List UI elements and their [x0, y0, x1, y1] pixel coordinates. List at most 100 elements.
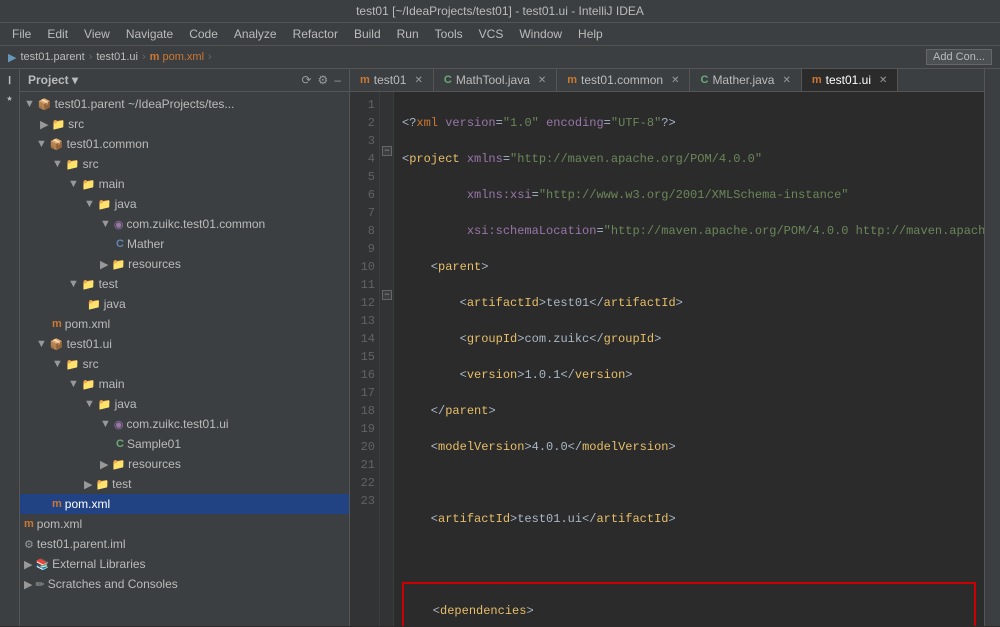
tree-item-test2[interactable]: ▶ 📁 test — [20, 474, 349, 494]
breadcrumb-icon: ▶ — [8, 51, 16, 64]
tree-item-pom1[interactable]: m pom.xml — [20, 314, 349, 334]
project-header-icons[interactable]: ⟳ ⚙ – — [301, 73, 341, 87]
tab-close-mather[interactable]: ✕ — [782, 75, 790, 86]
tree-item-test01-common[interactable]: ▼ 📦 test01.common — [20, 134, 349, 154]
src-folder-icon: 📁 — [98, 198, 112, 211]
arrow-right-icon2: ▶ — [100, 258, 108, 271]
fold-indicator-14[interactable]: − — [382, 290, 392, 300]
menu-item-analyze[interactable]: Analyze — [226, 25, 285, 43]
arrow-down-icon9: ▼ — [52, 358, 63, 370]
breadcrumb-item-parent[interactable]: test01.parent — [20, 51, 84, 63]
tree-item-sample01[interactable]: C Sample01 — [20, 434, 349, 454]
fold-indicator-5[interactable]: − — [382, 146, 392, 156]
tree-item-src2[interactable]: ▼ 📁 src — [20, 154, 349, 174]
code-line-1: <?xml version="1.0" encoding="UTF-8"?> — [402, 114, 976, 132]
tree-item-ext-libs[interactable]: ▶ 📚 External Libraries — [20, 554, 349, 574]
menu-item-edit[interactable]: Edit — [39, 25, 76, 43]
menu-item-run[interactable]: Run — [389, 25, 427, 43]
tree-item-package-common[interactable]: ▼ ◉ com.zuikc.test01.common — [20, 214, 349, 234]
tree-item-test01-ui[interactable]: ▼ 📦 test01.ui — [20, 334, 349, 354]
tree-item-iml[interactable]: ⚙ test01.parent.iml — [20, 534, 349, 554]
tree-item-pom2[interactable]: m pom.xml — [20, 494, 349, 514]
project-header: Project ▾ ⟳ ⚙ – — [20, 69, 349, 92]
menu-item-view[interactable]: View — [76, 25, 118, 43]
tab-test01ui[interactable]: m test01.ui ✕ — [802, 69, 899, 91]
editor-area: m test01 ✕ C MathTool.java ✕ m test01.co… — [350, 69, 984, 626]
tree-item-java2[interactable]: 📁 java — [20, 294, 349, 314]
menu-item-window[interactable]: Window — [511, 25, 570, 43]
tree-item-java1[interactable]: ▼ 📁 java — [20, 194, 349, 214]
folder-icon5: 📁 — [82, 378, 96, 391]
structure-icon[interactable]: ❙ — [2, 73, 18, 89]
tree-label: test — [99, 277, 118, 291]
menu-item-vcs[interactable]: VCS — [471, 25, 512, 43]
tab-label-common: test01.common — [581, 73, 663, 87]
resources-icon: 📁 — [111, 258, 125, 271]
folder-icon3: 📁 — [82, 178, 96, 191]
menu-item-build[interactable]: Build — [346, 25, 389, 43]
favorites-icon[interactable]: ★ — [2, 91, 18, 107]
right-panel-strip — [984, 69, 1000, 626]
xml-icon1: m — [52, 318, 62, 330]
arrow-down-icon4: ▼ — [68, 178, 79, 190]
menu-item-file[interactable]: File — [4, 25, 39, 43]
xml-icon3: m — [24, 518, 34, 530]
tree-item-resources1[interactable]: ▶ 📁 resources — [20, 254, 349, 274]
arrow-right-icon4: ▶ — [100, 458, 108, 471]
arrow-down-icon10: ▼ — [68, 378, 79, 390]
tab-mather[interactable]: C Mather.java ✕ — [690, 69, 801, 91]
tree-item-scratches[interactable]: ▶ ✏ Scratches and Consoles — [20, 574, 349, 594]
tree-label: Mather — [127, 237, 164, 251]
tree-item-main2[interactable]: ▼ 📁 main — [20, 374, 349, 394]
tab-bar: m test01 ✕ C MathTool.java ✕ m test01.co… — [350, 69, 984, 92]
tab-test01common[interactable]: m test01.common ✕ — [557, 69, 690, 91]
tab-close-mathtool[interactable]: ✕ — [538, 75, 546, 86]
tree-item-pom3[interactable]: m pom.xml — [20, 514, 349, 534]
tree-item-main1[interactable]: ▼ 📁 main — [20, 174, 349, 194]
tree-item-java3[interactable]: ▼ 📁 java — [20, 394, 349, 414]
tree-item-src3[interactable]: ▼ 📁 src — [20, 354, 349, 374]
tab-mathtool[interactable]: C MathTool.java ✕ — [434, 69, 557, 91]
tab-close-test01[interactable]: ✕ — [414, 75, 422, 86]
module-icon2: 📦 — [50, 138, 64, 151]
scratches-icon: ✏ — [35, 578, 44, 591]
tree-item-resources2[interactable]: ▶ 📁 resources — [20, 454, 349, 474]
main-layout: ❙ ★ Project ▾ ⟳ ⚙ – ▼ 📦 test01.parent ~/… — [0, 69, 1000, 626]
tree-label: java — [115, 197, 137, 211]
menu-item-help[interactable]: Help — [570, 25, 611, 43]
tree-label: test01.parent ~/IdeaProjects/tes... — [55, 97, 235, 111]
arrow-down-icon7: ▼ — [68, 278, 79, 290]
code-line-3: xmlns:xsi="http://www.w3.org/2001/XMLSch… — [402, 186, 976, 204]
menu-item-tools[interactable]: Tools — [427, 25, 471, 43]
tab-label-ui: test01.ui — [826, 73, 871, 87]
menu-item-code[interactable]: Code — [181, 25, 226, 43]
tree-label: src — [68, 117, 84, 131]
title-text: test01 [~/IdeaProjects/test01] - test01.… — [356, 4, 644, 18]
tab-close-common[interactable]: ✕ — [671, 75, 679, 86]
arrow-down-icon5: ▼ — [84, 198, 95, 210]
arrow-down-icon12: ▼ — [100, 418, 111, 430]
folder-icon2: 📁 — [66, 158, 80, 171]
tree-label: src — [83, 157, 99, 171]
project-tree: ▼ 📦 test01.parent ~/IdeaProjects/tes... … — [20, 92, 349, 626]
tree-label: main — [99, 177, 125, 191]
breadcrumb-item-pom[interactable]: m pom.xml — [150, 51, 204, 63]
minimize-icon[interactable]: – — [334, 73, 341, 87]
code-content[interactable]: <?xml version="1.0" encoding="UTF-8"?> <… — [394, 92, 984, 626]
add-config-button[interactable]: Add Con... — [926, 49, 992, 65]
sync-icon[interactable]: ⟳ — [301, 73, 311, 87]
tab-close-ui[interactable]: ✕ — [879, 75, 887, 86]
tab-test01[interactable]: m test01 ✕ — [350, 69, 434, 91]
tree-item-test1[interactable]: ▼ 📁 test — [20, 274, 349, 294]
breadcrumb-bar: ▶ test01.parent › test01.ui › m pom.xml … — [0, 46, 1000, 69]
settings-icon[interactable]: ⚙ — [318, 73, 329, 87]
menu-item-navigate[interactable]: Navigate — [118, 25, 181, 43]
tree-item-package-ui[interactable]: ▼ ◉ com.zuikc.test01.ui — [20, 414, 349, 434]
code-line-8: <version>1.0.1</version> — [402, 366, 976, 384]
breadcrumb-item-ui[interactable]: test01.ui — [96, 51, 138, 63]
tree-item-test01-parent[interactable]: ▼ 📦 test01.parent ~/IdeaProjects/tes... — [20, 94, 349, 114]
tree-item-src1[interactable]: ▶ 📁 src — [20, 114, 349, 134]
menu-item-refactor[interactable]: Refactor — [285, 25, 346, 43]
tree-item-mather[interactable]: C Mather — [20, 234, 349, 254]
tab-label-test01: test01 — [374, 73, 407, 87]
